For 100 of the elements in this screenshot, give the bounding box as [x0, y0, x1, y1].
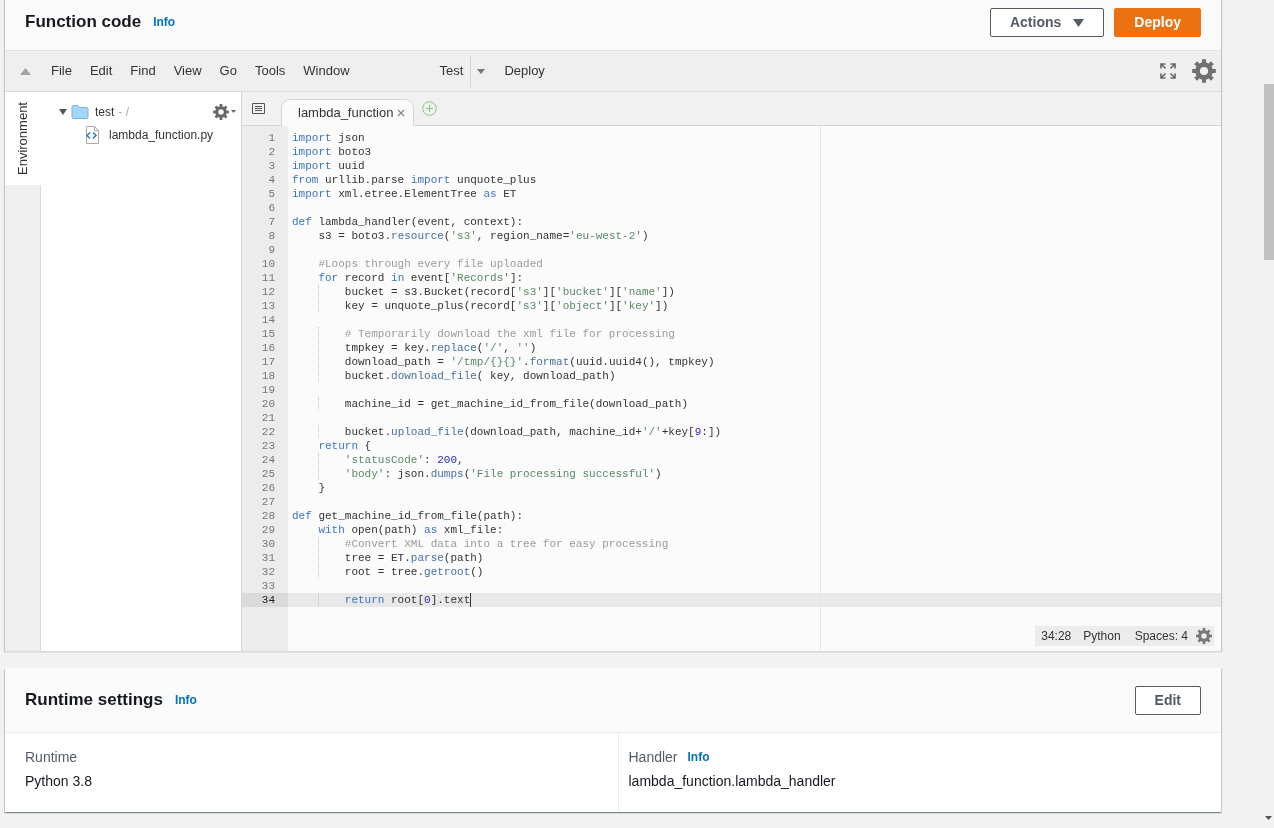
- line-number: 32: [261, 566, 275, 578]
- section-title: Function code: [25, 11, 142, 33]
- side-tab[interactable]: Environment: [5, 92, 41, 185]
- code-line: s3 = boto3.resource('s3', region_name='eu-west-2'): [318, 229, 649, 243]
- line-number: 25: [261, 468, 275, 480]
- edit-button[interactable]: Edit: [1134, 685, 1201, 715]
- line-number: 11: [261, 272, 275, 284]
- line-number: 4: [268, 174, 275, 186]
- language-mode[interactable]: Python: [1083, 629, 1121, 643]
- code-line: root = tree.getroot(): [344, 565, 484, 579]
- line-number: 10: [261, 258, 275, 270]
- field-value: Python 3.8: [25, 772, 92, 791]
- line-number: 30: [261, 538, 275, 550]
- menu-item[interactable]: Window: [294, 56, 359, 86]
- editor-tab[interactable]: lambda_function: [281, 99, 415, 126]
- code-line: bucket = s3.Bucket(record['s3']['bucket']['name']): [344, 285, 675, 299]
- deploy-button[interactable]: Deploy: [495, 56, 554, 86]
- menu-item[interactable]: Find: [121, 56, 165, 86]
- line-number: 9: [268, 244, 275, 256]
- menu-item[interactable]: View: [164, 56, 211, 86]
- code-line: with open(path) as xml_file:: [318, 523, 504, 537]
- code-line: bucket.upload_file(download_path, machine_id+'/'+key[9:]): [344, 425, 722, 439]
- list-icon[interactable]: [252, 103, 265, 114]
- code-line: download_path = '/tmp/{}{}'.format(uuid.uuid4(), tmpkey): [344, 355, 715, 369]
- info-link[interactable]: Info: [687, 747, 710, 767]
- code-line: 'statusCode': 200,: [344, 453, 464, 467]
- line-number: 7: [268, 216, 275, 228]
- line-number: 15: [261, 328, 275, 340]
- line-number: 27: [261, 496, 275, 508]
- code-line: #Loops through every file uploaded: [318, 257, 543, 271]
- info-link[interactable]: Info: [153, 8, 176, 36]
- cursor-position[interactable]: 34:28: [1041, 629, 1072, 643]
- line-number: 8: [268, 230, 275, 242]
- test-button[interactable]: Test: [430, 56, 471, 86]
- line-number: 23: [261, 440, 275, 452]
- line-number: 31: [261, 552, 275, 564]
- line-number: 13: [261, 300, 275, 312]
- line-number: 34: [261, 594, 275, 606]
- scrollbar-thumb[interactable]: [1264, 84, 1274, 260]
- line-number: 12: [261, 286, 275, 298]
- code-line: # Temporarily download the xml file for processing: [344, 327, 675, 341]
- code-line: }: [318, 481, 325, 495]
- line-number: 29: [261, 524, 275, 536]
- code-line: for record in event['Records']:: [318, 271, 524, 285]
- line-number: 26: [261, 482, 275, 494]
- line-number: 17: [261, 356, 275, 368]
- settings-dropdown-icon[interactable]: [213, 103, 237, 120]
- code-line: import json: [292, 131, 365, 145]
- settings-icon[interactable]: [1192, 59, 1216, 83]
- folder-name[interactable]: test: [95, 102, 115, 121]
- field-value: lambda_function.lambda_handler: [628, 772, 836, 791]
- line-number: 3: [268, 160, 275, 172]
- scroll-down-arrow-icon[interactable]: [1265, 816, 1272, 820]
- caret-down-icon[interactable]: [59, 108, 67, 115]
- folder-icon: [71, 104, 89, 119]
- menu-item[interactable]: File: [42, 56, 81, 86]
- line-number: 16: [261, 342, 275, 354]
- code-line: 'body': json.dumps('File processing successful'): [344, 467, 662, 481]
- text-cursor-icon: [470, 593, 472, 607]
- code-line: import uuid: [292, 159, 365, 173]
- line-number: 6: [268, 202, 275, 214]
- caret-down-icon: [1073, 18, 1085, 27]
- code-line: bucket.download_file( key, download_path): [344, 369, 616, 383]
- code-line: tmpkey = key.replace('/', ''): [344, 341, 537, 355]
- code-line: import boto3: [292, 145, 372, 159]
- code-line: import xml.etree.ElementTree as ET: [292, 187, 517, 201]
- menu-item[interactable]: Edit: [80, 56, 122, 86]
- line-number: 2: [268, 146, 275, 158]
- code-file-icon: [84, 125, 100, 144]
- folder-path: - /: [118, 103, 129, 121]
- code-line: tree = ET.parse(path): [344, 551, 484, 565]
- menu-item[interactable]: Tools: [245, 56, 295, 86]
- settings-icon[interactable]: [1196, 628, 1212, 644]
- section-title: Runtime settings: [25, 689, 163, 711]
- indent-setting[interactable]: Spaces: 4: [1134, 629, 1188, 643]
- code-line: key = unquote_plus(record['s3']['object']['key']): [344, 299, 669, 313]
- field-label: Runtime: [25, 748, 78, 767]
- line-number: 1: [268, 132, 275, 144]
- code-line: machine_id = get_machine_id_from_file(download_path): [344, 397, 689, 411]
- line-number: 20: [261, 398, 275, 410]
- actions-dropdown-button[interactable]: Actions: [989, 8, 1105, 37]
- line-number: 28: [261, 510, 275, 522]
- menu-item[interactable]: Go: [210, 56, 246, 86]
- file-name[interactable]: lambda_function.py: [109, 125, 214, 144]
- info-link[interactable]: Info: [174, 690, 197, 710]
- expand-arrows-icon[interactable]: [1160, 63, 1176, 79]
- code-line: def lambda_handler(event, context):: [292, 215, 524, 229]
- line-number: 33: [261, 580, 275, 592]
- line-number: 19: [261, 384, 275, 396]
- code-line: from urllib.parse import unquote_plus: [292, 173, 537, 187]
- code-line: return {: [318, 439, 372, 453]
- line-number: 21: [261, 412, 275, 424]
- caret-up-icon[interactable]: [20, 67, 31, 75]
- line-number: 14: [261, 314, 275, 326]
- code-line: #Convert XML data into a tree for easy processing: [344, 537, 669, 551]
- code-line: def get_machine_id_from_file(path):: [292, 509, 524, 523]
- close-icon[interactable]: [397, 109, 406, 117]
- caret-down-icon[interactable]: [477, 68, 486, 74]
- field-label: Handler: [628, 748, 678, 767]
- line-number: 24: [261, 454, 275, 466]
